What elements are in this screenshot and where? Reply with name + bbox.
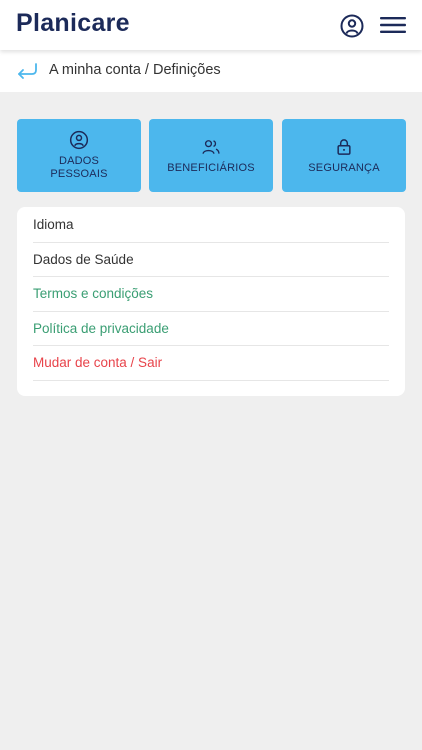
- tile-security[interactable]: SEGURANÇA: [282, 119, 406, 192]
- menu-item-health-data[interactable]: Dados de Saúde: [33, 243, 389, 277]
- menu-item-language[interactable]: Idioma: [33, 208, 389, 243]
- user-circle-icon: [340, 14, 364, 38]
- back-button[interactable]: [15, 61, 39, 81]
- profile-button[interactable]: [339, 13, 365, 39]
- tile-label: SEGURANÇA: [308, 161, 380, 174]
- menu-item-privacy-policy[interactable]: Política de privacidade: [33, 312, 389, 346]
- menu-item-switch-account-logout[interactable]: Mudar de conta / Sair: [33, 346, 389, 381]
- hamburger-menu-icon: [380, 17, 406, 33]
- lock-icon: [337, 138, 351, 155]
- breadcrumb: A minha conta / Definições: [0, 50, 422, 92]
- menu-item-terms[interactable]: Termos e condições: [33, 277, 389, 312]
- breadcrumb-text: A minha conta / Definições: [49, 62, 221, 78]
- app-header: Planicare: [0, 0, 422, 50]
- tile-beneficiaries[interactable]: BENEFICIÁRIOS: [149, 119, 273, 192]
- tile-label: DADOS PESSOAIS: [50, 155, 108, 180]
- app-logo[interactable]: Planicare: [16, 9, 130, 38]
- settings-menu-list: Idioma Dados de Saúde Termos e condições…: [33, 207, 389, 381]
- tile-personal-data[interactable]: DADOS PESSOAIS: [17, 119, 141, 192]
- tile-label: BENEFICIÁRIOS: [167, 161, 255, 174]
- menu-button[interactable]: [379, 14, 407, 36]
- user-circle-icon: [69, 130, 89, 150]
- users-icon: [202, 139, 220, 154]
- settings-menu-card: Idioma Dados de Saúde Termos e condições…: [17, 207, 405, 396]
- return-arrow-icon: [18, 63, 37, 79]
